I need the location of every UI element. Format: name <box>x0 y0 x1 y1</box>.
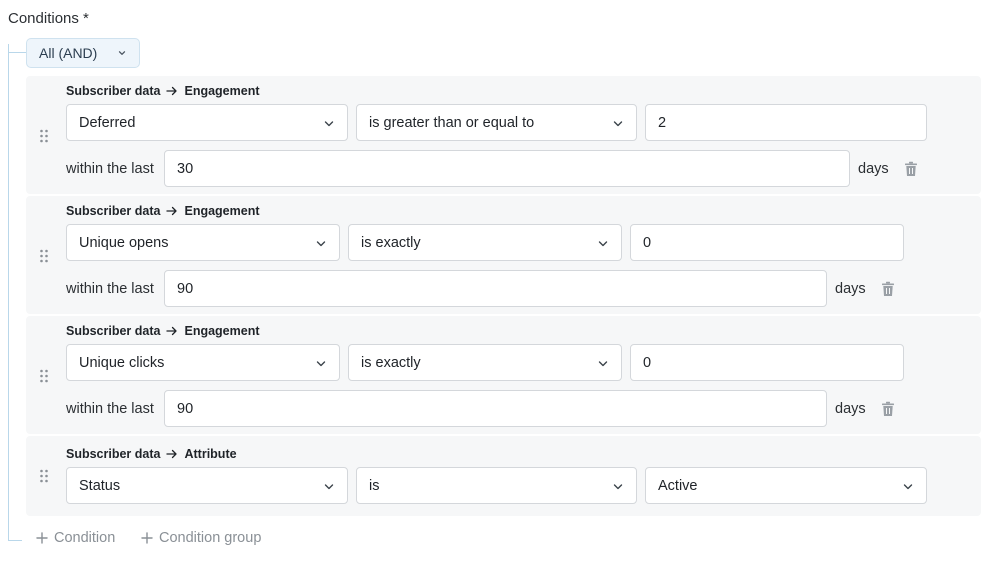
value-select[interactable]: Active <box>645 467 927 504</box>
operator-select-value: is exactly <box>361 234 421 251</box>
add-condition-label: Condition <box>54 530 116 546</box>
value-input[interactable]: 0 <box>630 344 904 381</box>
drag-handle-icon[interactable] <box>39 249 49 263</box>
add-condition-button[interactable]: Condition <box>36 530 115 546</box>
trash-icon[interactable] <box>881 401 895 417</box>
conditions-label: Conditions * <box>8 10 89 27</box>
condition-breadcrumb: Subscriber data Engagement <box>66 84 260 98</box>
chevron-down-icon <box>316 361 326 367</box>
within-days-input[interactable]: 90 <box>164 270 827 307</box>
days-label: days <box>835 401 866 417</box>
operator-select-value: is <box>369 477 380 494</box>
field-select-value: Unique opens <box>79 234 169 251</box>
field-select-value: Deferred <box>79 114 136 131</box>
chevron-down-icon <box>598 361 608 367</box>
trash-icon[interactable] <box>904 161 918 177</box>
value-input-text: 2 <box>658 114 667 131</box>
condition-breadcrumb: Subscriber data Engagement <box>66 324 260 338</box>
operator-select[interactable]: is exactly <box>348 344 622 381</box>
field-select-value: Unique clicks <box>79 354 165 371</box>
value-select-value: Active <box>658 477 698 494</box>
condition-breadcrumb: Subscriber data Attribute <box>66 447 237 461</box>
within-label: within the last <box>66 401 154 417</box>
within-days-value: 30 <box>177 160 194 177</box>
chevron-down-icon <box>613 484 623 490</box>
group-bracket-top <box>8 52 26 53</box>
breadcrumb-source: Subscriber data <box>66 447 161 461</box>
breadcrumb-target: Engagement <box>184 324 260 338</box>
condition-breadcrumb: Subscriber data Engagement <box>66 204 260 218</box>
group-operator-select[interactable]: All (AND) <box>26 38 140 68</box>
group-bracket <box>8 44 22 541</box>
breadcrumb-target: Engagement <box>184 204 260 218</box>
days-label: days <box>858 161 889 177</box>
within-label: within the last <box>66 281 154 297</box>
within-days-input[interactable]: 90 <box>164 390 827 427</box>
breadcrumb-source: Subscriber data <box>66 84 161 98</box>
days-label: days <box>835 281 866 297</box>
chevron-down-icon <box>316 241 326 247</box>
value-input-text: 0 <box>643 234 652 251</box>
chevron-down-icon <box>903 484 913 490</box>
breadcrumb-source: Subscriber data <box>66 204 161 218</box>
within-days-input[interactable]: 30 <box>164 150 850 187</box>
field-select[interactable]: Unique opens <box>66 224 340 261</box>
add-condition-group-label: Condition group <box>159 530 262 546</box>
drag-handle-icon[interactable] <box>39 129 49 143</box>
within-label: within the last <box>66 161 154 177</box>
breadcrumb-target: Engagement <box>184 84 260 98</box>
plus-icon <box>141 532 153 544</box>
operator-select[interactable]: is greater than or equal to <box>356 104 637 141</box>
operator-select-value: is exactly <box>361 354 421 371</box>
add-condition-group-button[interactable]: Condition group <box>141 530 261 546</box>
value-input[interactable]: 2 <box>645 104 927 141</box>
chevron-down-icon <box>598 241 608 247</box>
chevron-down-icon <box>118 51 126 55</box>
within-days-value: 90 <box>177 400 194 417</box>
within-days-value: 90 <box>177 280 194 297</box>
group-operator-label: All (AND) <box>39 45 98 61</box>
arrow-right-icon <box>166 326 178 336</box>
chevron-down-icon <box>613 121 623 127</box>
field-select[interactable]: Unique clicks <box>66 344 340 381</box>
arrow-right-icon <box>166 206 178 216</box>
field-select-value: Status <box>79 477 121 494</box>
drag-handle-icon[interactable] <box>39 469 49 483</box>
field-select[interactable]: Status <box>66 467 348 504</box>
value-input[interactable]: 0 <box>630 224 904 261</box>
operator-select-value: is greater than or equal to <box>369 114 535 131</box>
operator-select[interactable]: is exactly <box>348 224 622 261</box>
field-select[interactable]: Deferred <box>66 104 348 141</box>
operator-select[interactable]: is <box>356 467 637 504</box>
arrow-right-icon <box>166 449 178 459</box>
plus-icon <box>36 532 48 544</box>
drag-handle-icon[interactable] <box>39 369 49 383</box>
arrow-right-icon <box>166 86 178 96</box>
trash-icon[interactable] <box>881 281 895 297</box>
breadcrumb-source: Subscriber data <box>66 324 161 338</box>
chevron-down-icon <box>324 121 334 127</box>
breadcrumb-target: Attribute <box>184 447 237 461</box>
value-input-text: 0 <box>643 354 652 371</box>
chevron-down-icon <box>324 484 334 490</box>
